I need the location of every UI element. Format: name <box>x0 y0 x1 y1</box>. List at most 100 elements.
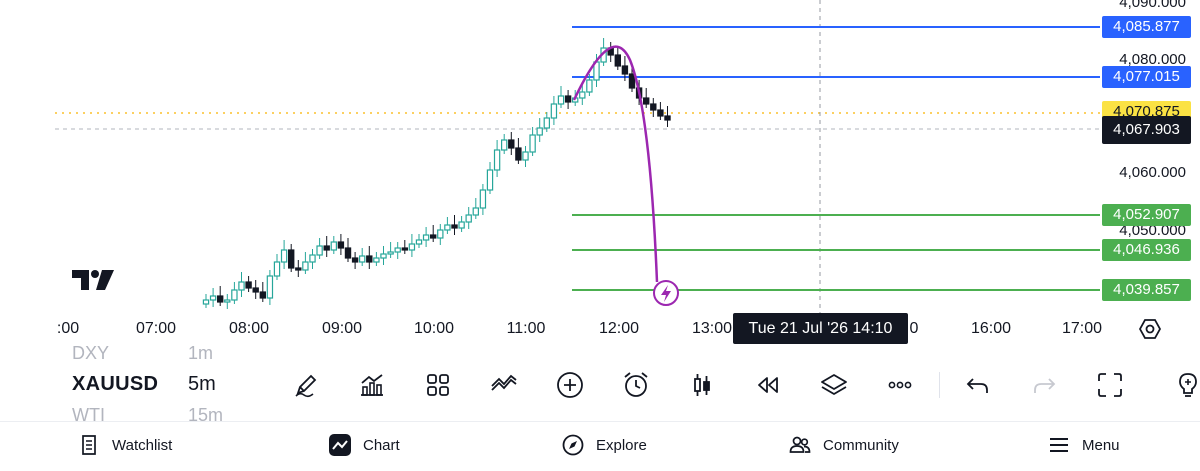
more-icon[interactable] <box>884 369 916 401</box>
nav-chart-label: Chart <box>363 436 400 454</box>
chart-icon <box>329 434 351 456</box>
candle-body <box>458 221 465 229</box>
time-axis-label: 08:00 <box>228 320 270 337</box>
candle-body <box>224 299 231 303</box>
bottom-navigation: Watchlist Chart Explore Community Menu <box>0 421 1200 471</box>
undo-icon[interactable] <box>962 369 994 401</box>
nav-explore[interactable]: Explore <box>562 434 647 456</box>
price-axis-label: 4,090.000 <box>1119 0 1186 11</box>
nav-explore-label: Explore <box>596 436 647 454</box>
last-price-tag: 4,067.903 <box>1102 116 1191 144</box>
candle-body <box>295 267 302 271</box>
alarm-icon[interactable] <box>620 369 652 401</box>
nav-chart[interactable]: Chart <box>329 434 400 456</box>
candle-body <box>337 241 345 249</box>
add-icon[interactable] <box>554 369 586 401</box>
time-axis-label: 17:00 <box>1061 320 1103 337</box>
candle-body <box>550 103 558 119</box>
symbol-prev[interactable]: DXY <box>72 343 109 364</box>
nav-community[interactable]: Community <box>789 434 899 456</box>
fullscreen-icon[interactable] <box>1094 369 1126 401</box>
candle-body <box>266 275 274 299</box>
candle-body <box>351 257 359 263</box>
candle-body <box>515 147 522 161</box>
candle-body <box>451 224 458 229</box>
candle-body <box>493 149 501 171</box>
candle-body <box>664 115 671 121</box>
indicators-icon[interactable] <box>356 369 388 401</box>
candle-type-icon[interactable] <box>686 369 718 401</box>
candle-body <box>415 239 423 245</box>
candle-body <box>380 253 387 259</box>
chart-canvas[interactable] <box>0 0 1200 348</box>
layers-icon[interactable] <box>818 369 850 401</box>
candle-body <box>536 127 543 136</box>
time-axis-label: :00 <box>56 320 80 337</box>
time-axis-label: 10:00 <box>413 320 455 337</box>
toolbar-divider <box>939 372 940 398</box>
chart-toolbar <box>0 349 1200 421</box>
candle-body <box>650 103 657 111</box>
candle-body <box>444 224 451 231</box>
nav-watchlist-label: Watchlist <box>112 436 173 454</box>
price-tag-support-2[interactable]: 4,046.936 <box>1102 239 1191 261</box>
interval-selector[interactable]: 5m <box>188 373 216 396</box>
candle-body <box>465 214 472 223</box>
candle-body <box>437 229 444 239</box>
chart-settings-icon[interactable] <box>1139 318 1161 340</box>
lightbulb-icon[interactable] <box>1172 369 1200 401</box>
time-axis-label: 16:00 <box>970 320 1012 337</box>
candle-body <box>366 255 373 263</box>
crosshair-date-label: Tue 21 Jul '26 14:10 <box>733 313 908 344</box>
candle-body <box>621 65 629 75</box>
candle-body <box>252 287 259 293</box>
pencil-icon[interactable] <box>290 369 322 401</box>
candle-body <box>288 249 295 269</box>
candle-body <box>238 281 245 291</box>
candle-body <box>486 169 494 191</box>
candle-body <box>231 289 238 301</box>
tradingview-logo <box>72 270 114 290</box>
time-axis-label: 13:00 <box>691 320 733 337</box>
price-tag-resistance-2[interactable]: 4,077.015 <box>1102 66 1191 88</box>
candle-body <box>508 139 515 149</box>
nav-community-label: Community <box>823 436 899 454</box>
nav-menu[interactable]: Menu <box>1048 434 1120 456</box>
candle-body <box>359 255 366 263</box>
watchlist-icon <box>82 435 96 455</box>
compare-icon[interactable] <box>488 369 520 401</box>
candle-body <box>394 247 401 253</box>
candle-body <box>209 295 217 301</box>
price-tag-resistance-1[interactable]: 4,085.877 <box>1102 16 1191 38</box>
candle-body <box>472 207 480 216</box>
candle-body <box>543 117 551 129</box>
symbol-selector[interactable]: XAUUSD <box>72 373 158 396</box>
redo-icon[interactable] <box>1028 369 1060 401</box>
replay-icon[interactable] <box>752 369 784 401</box>
candle-body <box>422 234 430 241</box>
candle-body <box>501 139 508 151</box>
candle-body <box>642 97 650 105</box>
candle-body <box>280 249 288 263</box>
templates-icon[interactable] <box>422 369 454 401</box>
price-tag-support-3[interactable]: 4,039.857 <box>1102 279 1191 301</box>
chart-area[interactable]: 4,090.000 4,080.000 4,060.000 4,050.000 … <box>0 0 1200 348</box>
time-axis-label: 07:00 <box>135 320 177 337</box>
community-icon <box>789 436 811 453</box>
time-axis-label: 11:00 <box>506 320 546 337</box>
candle-body <box>430 234 437 239</box>
candle-body <box>522 151 529 161</box>
price-axis-label: 4,060.000 <box>1119 164 1186 181</box>
interval-prev[interactable]: 1m <box>188 343 213 364</box>
candlestick-series <box>202 38 671 309</box>
candle-body <box>259 291 267 299</box>
compass-icon <box>562 434 584 456</box>
candle-body <box>323 245 330 251</box>
price-tag-support-1[interactable]: 4,052.907 <box>1102 204 1191 226</box>
candle-body <box>387 251 394 255</box>
nav-watchlist[interactable]: Watchlist <box>78 434 172 456</box>
candle-body <box>373 257 380 263</box>
candle-body <box>579 91 586 99</box>
candle-body <box>245 281 252 289</box>
time-axis-label: 0 <box>909 320 919 337</box>
